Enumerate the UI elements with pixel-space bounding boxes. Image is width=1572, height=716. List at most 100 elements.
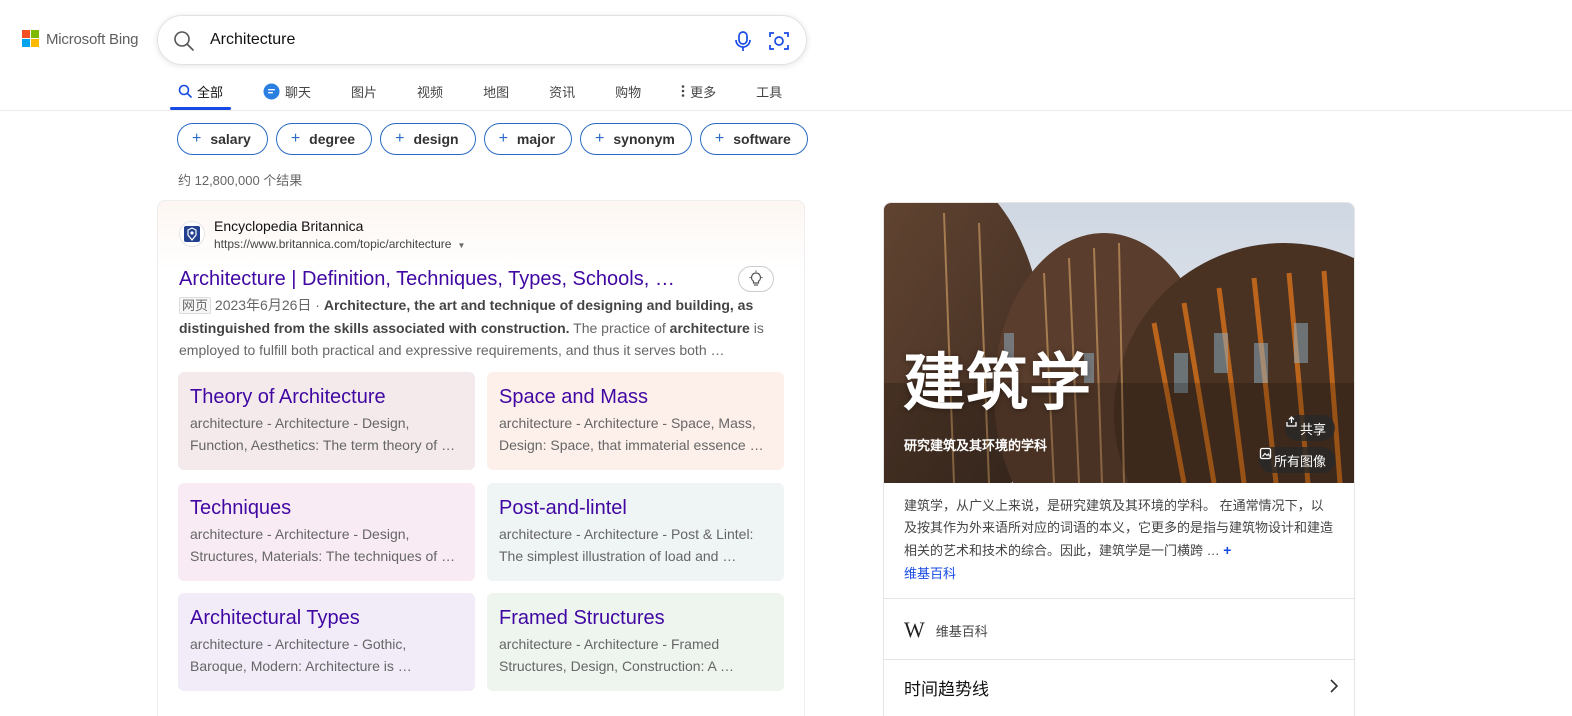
tab-label: 地图 xyxy=(483,84,510,100)
tab-label: 视频 xyxy=(417,84,444,100)
tab-images[interactable]: 图片 xyxy=(343,72,385,110)
divider xyxy=(884,598,1354,599)
tab-videos[interactable]: 视频 xyxy=(409,72,451,110)
tab-label: 资讯 xyxy=(549,84,576,100)
source-link[interactable]: 维基百科 xyxy=(904,563,956,582)
caret-down-icon[interactable]: ▼ xyxy=(457,241,465,250)
deeplink-title[interactable]: Space and Mass xyxy=(499,385,772,409)
share-label: 共享 xyxy=(1300,421,1327,437)
tab-label: 购物 xyxy=(615,84,642,100)
deeplink-title[interactable]: Architectural Types xyxy=(190,606,463,630)
deeplink-title[interactable]: Theory of Architecture xyxy=(190,385,463,409)
result-source[interactable]: Encyclopedia Britannica https://www.brit… xyxy=(179,217,465,254)
britannica-favicon-icon xyxy=(179,221,205,247)
page-type-label: 网页 xyxy=(179,297,212,314)
hero-image[interactable]: 建筑学 研究建筑及其环境的学科 共享 所有图像 xyxy=(884,203,1354,483)
deeplink-card[interactable]: Post-and-lintel architecture - Architect… xyxy=(487,483,784,581)
wikipedia-label: 维基百科 xyxy=(935,623,988,639)
deeplink-card[interactable]: Theory of Architecture architecture - Ar… xyxy=(178,372,475,470)
deeplink-card[interactable]: Framed Structures architecture - Archite… xyxy=(487,593,784,691)
deeplink-desc: architecture - Architecture - Post & Lin… xyxy=(499,526,754,564)
header-divider xyxy=(0,110,1572,111)
chip-salary[interactable]: + salary xyxy=(177,123,268,155)
search-result-card: Encyclopedia Britannica https://www.brit… xyxy=(157,200,805,716)
divider xyxy=(884,659,1354,660)
deeplink-title[interactable]: Post-and-lintel xyxy=(499,496,772,520)
plus-icon: + xyxy=(595,130,605,147)
search-icon[interactable] xyxy=(173,30,195,57)
entity-title: 建筑学 xyxy=(903,349,1093,418)
share-button[interactable]: 共享 xyxy=(1285,415,1336,441)
tab-label: 更多 xyxy=(690,84,717,100)
vertical-tabs: 全部 聊天 图片 视频 地图 资讯 购物 更多 工具 xyxy=(170,72,814,110)
site-url: https://www.britannica.com/topic/archite… xyxy=(214,236,465,254)
wikipedia-icon: W xyxy=(904,617,925,642)
all-images-button[interactable]: 所有图像 xyxy=(1259,447,1336,473)
knowledge-panel: 建筑学 研究建筑及其环境的学科 共享 所有图像 建筑学，从广义上来说，是研究建筑… xyxy=(883,202,1355,716)
plus-icon: + xyxy=(395,130,405,147)
tab-label: 全部 xyxy=(197,84,224,100)
tab-maps[interactable]: 地图 xyxy=(475,72,517,110)
deeplink-desc: architecture - Architecture - Design, Fun… xyxy=(190,415,456,453)
timeline-label[interactable]: 时间趋势线 xyxy=(904,675,989,700)
wikipedia-link[interactable]: W 维基百科 xyxy=(904,617,988,643)
microsoft-logo-icon xyxy=(22,30,40,48)
chip-software[interactable]: + software xyxy=(699,123,808,155)
chip-label: software xyxy=(733,131,791,147)
site-name: Encyclopedia Britannica xyxy=(214,218,364,234)
chip-label: major xyxy=(516,131,556,147)
visual-search-icon[interactable] xyxy=(767,29,791,58)
chip-degree[interactable]: + degree xyxy=(275,123,373,155)
result-date: 2023年6月26日 · xyxy=(214,297,320,313)
result-count: 约 12,800,000 个结果 xyxy=(178,173,303,188)
chip-label: synonym xyxy=(613,131,675,147)
entity-description: 建筑学，从广义上来说，是研究建筑及其环境的学科。 在通常情况下，以及按其作为外来… xyxy=(904,498,1334,558)
chip-major[interactable]: + major xyxy=(483,123,573,155)
more-vertical-icon xyxy=(681,84,685,98)
lightbulb-icon[interactable] xyxy=(738,266,774,292)
deeplink-card[interactable]: Space and Mass architecture - Architectu… xyxy=(487,372,784,470)
logo-text: Microsoft Bing xyxy=(46,30,139,48)
snippet-bold-term: architecture xyxy=(669,320,750,336)
result-snippet: 网页 2023年6月26日 · Architecture, the art an… xyxy=(179,294,779,361)
tab-chat[interactable]: 聊天 xyxy=(255,72,319,110)
search-icon xyxy=(178,84,192,98)
deeplink-card[interactable]: Techniques architecture - Architecture -… xyxy=(178,483,475,581)
tab-news[interactable]: 资讯 xyxy=(541,72,583,110)
deeplink-desc: architecture - Architecture - Framed Stru… xyxy=(499,636,734,674)
expand-more-button[interactable]: + xyxy=(1223,542,1231,558)
deeplink-desc: architecture - Architecture - Design, Str… xyxy=(190,526,456,564)
tab-tools[interactable]: 工具 xyxy=(748,72,790,110)
tab-label: 聊天 xyxy=(285,84,312,100)
search-box[interactable]: Architecture xyxy=(157,15,807,65)
plus-icon: + xyxy=(192,130,202,147)
deeplink-desc: architecture - Architecture - Gothic, Bar… xyxy=(190,636,412,674)
snippet-text: The practice of xyxy=(573,320,666,336)
url-text: https://www.britannica.com/topic/archite… xyxy=(214,237,452,251)
tab-label: 工具 xyxy=(756,84,783,100)
chip-label: design xyxy=(413,131,459,147)
plus-icon: + xyxy=(498,130,508,147)
chip-synonym[interactable]: + synonym xyxy=(580,123,692,155)
result-title-link[interactable]: Architecture | Definition, Techniques, T… xyxy=(179,268,675,291)
bing-logo[interactable]: Microsoft Bing xyxy=(22,30,138,48)
deeplink-card[interactable]: Architectural Types architecture - Archi… xyxy=(178,593,475,691)
microphone-icon[interactable] xyxy=(733,29,753,58)
copilot-chat-icon xyxy=(263,83,280,100)
tab-more[interactable]: 更多 xyxy=(673,72,724,110)
tab-all[interactable]: 全部 xyxy=(170,72,232,110)
deeplink-title[interactable]: Framed Structures xyxy=(499,606,772,630)
chip-label: salary xyxy=(210,131,251,147)
entity-subtitle: 研究建筑及其环境的学科 xyxy=(904,438,1048,453)
search-input[interactable]: Architecture xyxy=(210,31,295,49)
all-images-label: 所有图像 xyxy=(1274,453,1327,469)
tab-label: 图片 xyxy=(351,84,378,100)
deeplink-desc: architecture - Architecture - Space, Mas… xyxy=(499,415,764,453)
plus-icon: + xyxy=(714,130,725,147)
plus-icon: + xyxy=(290,130,301,147)
chevron-right-icon[interactable] xyxy=(1328,677,1340,700)
chip-design[interactable]: + design xyxy=(380,123,476,155)
refinement-chips: + salary + degree + design + major + synonym … xyxy=(177,123,808,155)
deeplink-title[interactable]: Techniques xyxy=(190,496,463,520)
tab-shopping[interactable]: 购物 xyxy=(607,72,649,110)
